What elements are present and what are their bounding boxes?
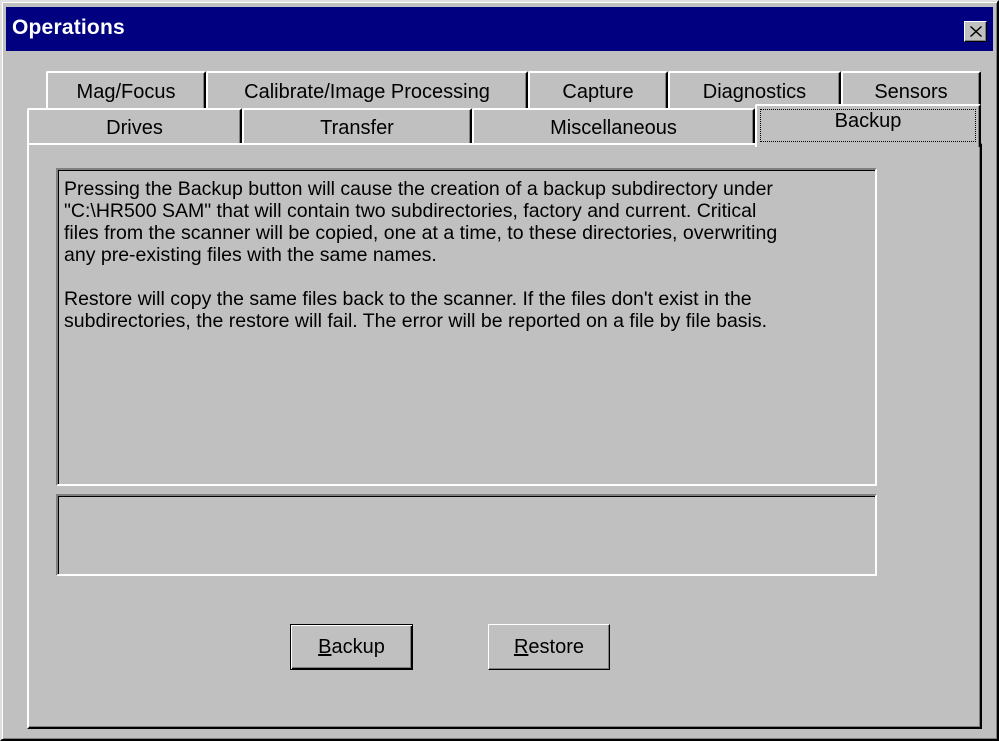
tab-label: Mag/Focus xyxy=(76,80,176,103)
tab-capture[interactable]: Capture xyxy=(528,71,668,109)
tab-label: Sensors xyxy=(874,80,948,103)
restore-button-label: estore xyxy=(528,635,585,658)
backup-button-mnemonic: B xyxy=(318,635,332,658)
restore-button[interactable]: Restore xyxy=(488,624,610,670)
focus-rectangle xyxy=(760,109,976,142)
title-bar[interactable]: Operations xyxy=(6,7,993,51)
backup-button-label: ackup xyxy=(331,635,385,658)
window-title: Operations xyxy=(12,16,125,39)
tab-label: Miscellaneous xyxy=(550,117,677,139)
tab-miscellaneous[interactable]: Miscellaneous xyxy=(472,108,755,145)
description-paragraph: Pressing the Backup button will cause th… xyxy=(64,178,778,266)
tab-label: Capture xyxy=(562,80,634,103)
description-paragraph: Restore will copy the same files back to… xyxy=(64,288,768,332)
description-box: Pressing the Backup button will cause th… xyxy=(56,168,877,486)
tab-mag-focus[interactable]: Mag/Focus xyxy=(46,71,206,109)
backup-button[interactable]: Backup xyxy=(290,624,413,670)
close-icon xyxy=(970,26,982,37)
tab-label: Diagnostics xyxy=(702,80,807,103)
tab-label: Drives xyxy=(106,117,163,139)
tab-calibrate-image-processing[interactable]: Calibrate/Image Processing xyxy=(206,71,528,109)
status-box xyxy=(56,494,877,576)
tab-label: Transfer xyxy=(320,117,394,139)
tab-backup[interactable]: Backup xyxy=(755,104,981,147)
tab-drives[interactable]: Drives xyxy=(27,108,242,145)
close-button[interactable] xyxy=(964,21,987,42)
restore-button-mnemonic: R xyxy=(513,635,529,658)
tab-transfer[interactable]: Transfer xyxy=(242,108,472,145)
tab-label: Calibrate/Image Processing xyxy=(244,80,490,103)
